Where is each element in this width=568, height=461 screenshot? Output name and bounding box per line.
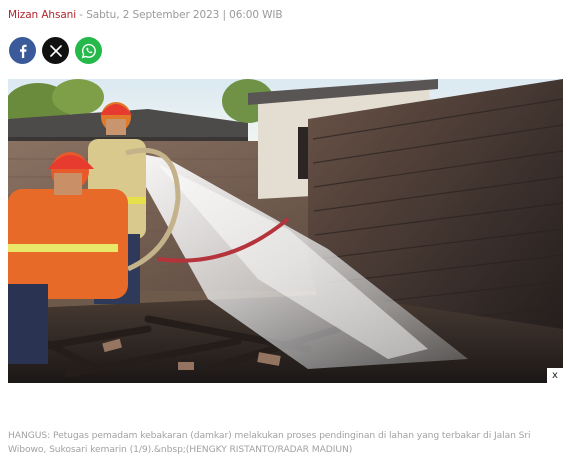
whatsapp-icon bbox=[81, 43, 96, 58]
share-bar bbox=[9, 37, 102, 64]
article-photo: x bbox=[8, 79, 563, 383]
publish-date: Sabtu, 2 September 2023 | 06:00 WIB bbox=[86, 9, 283, 21]
firefighters-photo-illustration bbox=[8, 79, 563, 383]
x-icon bbox=[49, 44, 62, 57]
facebook-icon bbox=[19, 44, 27, 58]
article-byline: Mizan Ahsani - Sabtu, 2 September 2023 |… bbox=[8, 8, 283, 22]
author-link[interactable]: Mizan Ahsani bbox=[8, 9, 76, 21]
share-whatsapp-button[interactable] bbox=[75, 37, 102, 64]
share-facebook-button[interactable] bbox=[9, 37, 36, 64]
close-ad-button[interactable]: x bbox=[547, 368, 563, 383]
photo-caption: HANGUS: Petugas pemadam kebakaran (damka… bbox=[8, 430, 531, 455]
share-x-button[interactable] bbox=[42, 37, 69, 64]
byline-separator: - bbox=[76, 9, 87, 21]
